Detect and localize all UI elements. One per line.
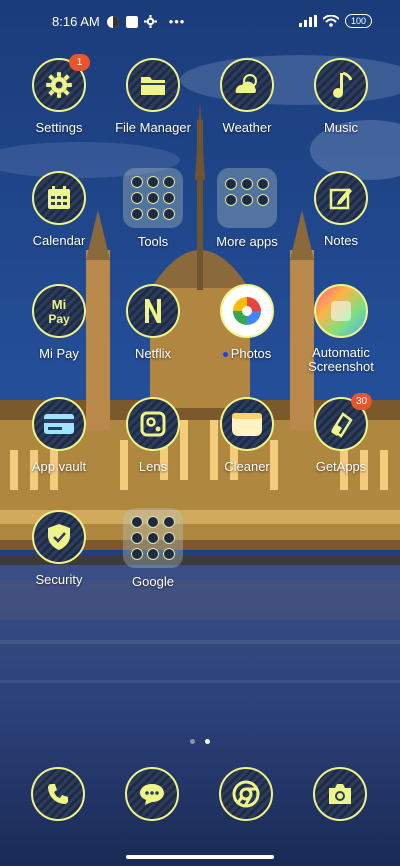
app-weather[interactable]: Weather	[200, 58, 294, 135]
music-note-icon	[314, 58, 368, 112]
netflix-label: Netflix	[134, 346, 172, 361]
svg-text:Mi: Mi	[52, 297, 66, 312]
page-dot-2-active[interactable]	[205, 739, 211, 744]
lens-icon	[126, 397, 180, 451]
settings-gear-icon: 1	[32, 54, 90, 112]
gear-icon	[143, 15, 157, 28]
photos-label: Photos	[200, 346, 294, 361]
calendar-icon	[32, 171, 86, 225]
dock-phone[interactable]	[31, 767, 85, 821]
google-label: Google	[132, 574, 174, 589]
more-apps-folder-icon	[217, 168, 277, 228]
app-getapps[interactable]: 30 GetApps	[294, 393, 388, 474]
folder-google[interactable]: Google	[106, 508, 200, 589]
app-netflix[interactable]: Netflix	[106, 284, 200, 361]
app-photos[interactable]: Photos	[200, 284, 294, 361]
security-shield-icon	[32, 510, 86, 564]
file-manager-label: File Manager	[115, 120, 191, 135]
dock-messages[interactable]	[125, 767, 179, 821]
lens-label: Lens	[138, 459, 168, 474]
tools-folder-icon	[123, 168, 183, 228]
folder-icon	[126, 58, 180, 112]
screenshot-gradient-icon	[314, 284, 368, 338]
cleaner-icon	[220, 397, 274, 451]
more-notifications-icon: •••	[168, 14, 186, 29]
tools-label: Tools	[137, 234, 169, 249]
dock-camera[interactable]	[313, 767, 367, 821]
app-lens[interactable]: Lens	[106, 397, 200, 474]
more-apps-label: More apps	[216, 234, 278, 249]
page-indicator	[0, 731, 400, 749]
home-gesture-bar[interactable]	[126, 855, 274, 859]
folder-more-apps[interactable]: More apps	[200, 168, 294, 249]
status-bar: 8:16 AM ••• 100	[0, 0, 400, 44]
app-security[interactable]: Security	[12, 510, 106, 587]
weather-label: Weather	[222, 120, 272, 135]
music-label: Music	[324, 120, 358, 135]
netflix-n-icon	[126, 284, 180, 338]
folder-tools[interactable]: Tools	[106, 168, 200, 249]
app-settings[interactable]: 1 Settings	[12, 54, 106, 135]
app-automatic-screenshot[interactable]: Automatic Screenshot	[294, 284, 388, 374]
app-notes[interactable]: Notes	[294, 171, 388, 248]
svg-text:Pay: Pay	[48, 312, 70, 326]
mi-pay-label: Mi Pay	[39, 346, 79, 361]
settings-badge: 1	[69, 54, 90, 71]
getapps-badge: 30	[351, 393, 372, 410]
cleaner-label: Cleaner	[224, 459, 270, 474]
getapps-bag-icon: 30	[314, 393, 372, 451]
photos-pinwheel-icon	[220, 284, 274, 338]
app-file-manager[interactable]: File Manager	[106, 58, 200, 135]
app-cleaner[interactable]: Cleaner	[200, 397, 294, 474]
app-music[interactable]: Music	[294, 58, 388, 135]
app-app-vault[interactable]: App vault	[12, 397, 106, 474]
notes-pencil-icon	[314, 171, 368, 225]
dock-chrome[interactable]	[219, 767, 273, 821]
calendar-label: Calendar	[32, 233, 86, 248]
status-time: 8:16 AM	[52, 14, 100, 29]
mi-pay-icon: Mi Pay	[32, 284, 86, 338]
settings-label: Settings	[35, 120, 83, 135]
automatic-screenshot-label: Automatic Screenshot	[308, 345, 374, 374]
messages-icon	[140, 784, 164, 805]
camera-icon	[329, 784, 351, 804]
vpn-icon	[106, 15, 119, 28]
battery-indicator: 100	[344, 14, 372, 28]
notification-square-icon	[125, 15, 138, 28]
app-vault-card-icon	[32, 397, 86, 451]
app-mi-pay[interactable]: Mi Pay Mi Pay	[12, 284, 106, 361]
page-dot-1[interactable]	[189, 739, 195, 744]
notes-label: Notes	[324, 233, 358, 248]
security-label: Security	[35, 572, 83, 587]
weather-cloud-icon	[220, 58, 274, 112]
getapps-label: GetApps	[315, 459, 367, 474]
phone-icon	[48, 784, 68, 804]
chrome-icon	[232, 780, 260, 808]
google-folder-icon	[123, 508, 183, 568]
app-vault-label: App vault	[31, 459, 87, 474]
wifi-icon	[322, 15, 339, 27]
signal-icon	[298, 15, 317, 27]
app-calendar[interactable]: Calendar	[12, 171, 106, 248]
